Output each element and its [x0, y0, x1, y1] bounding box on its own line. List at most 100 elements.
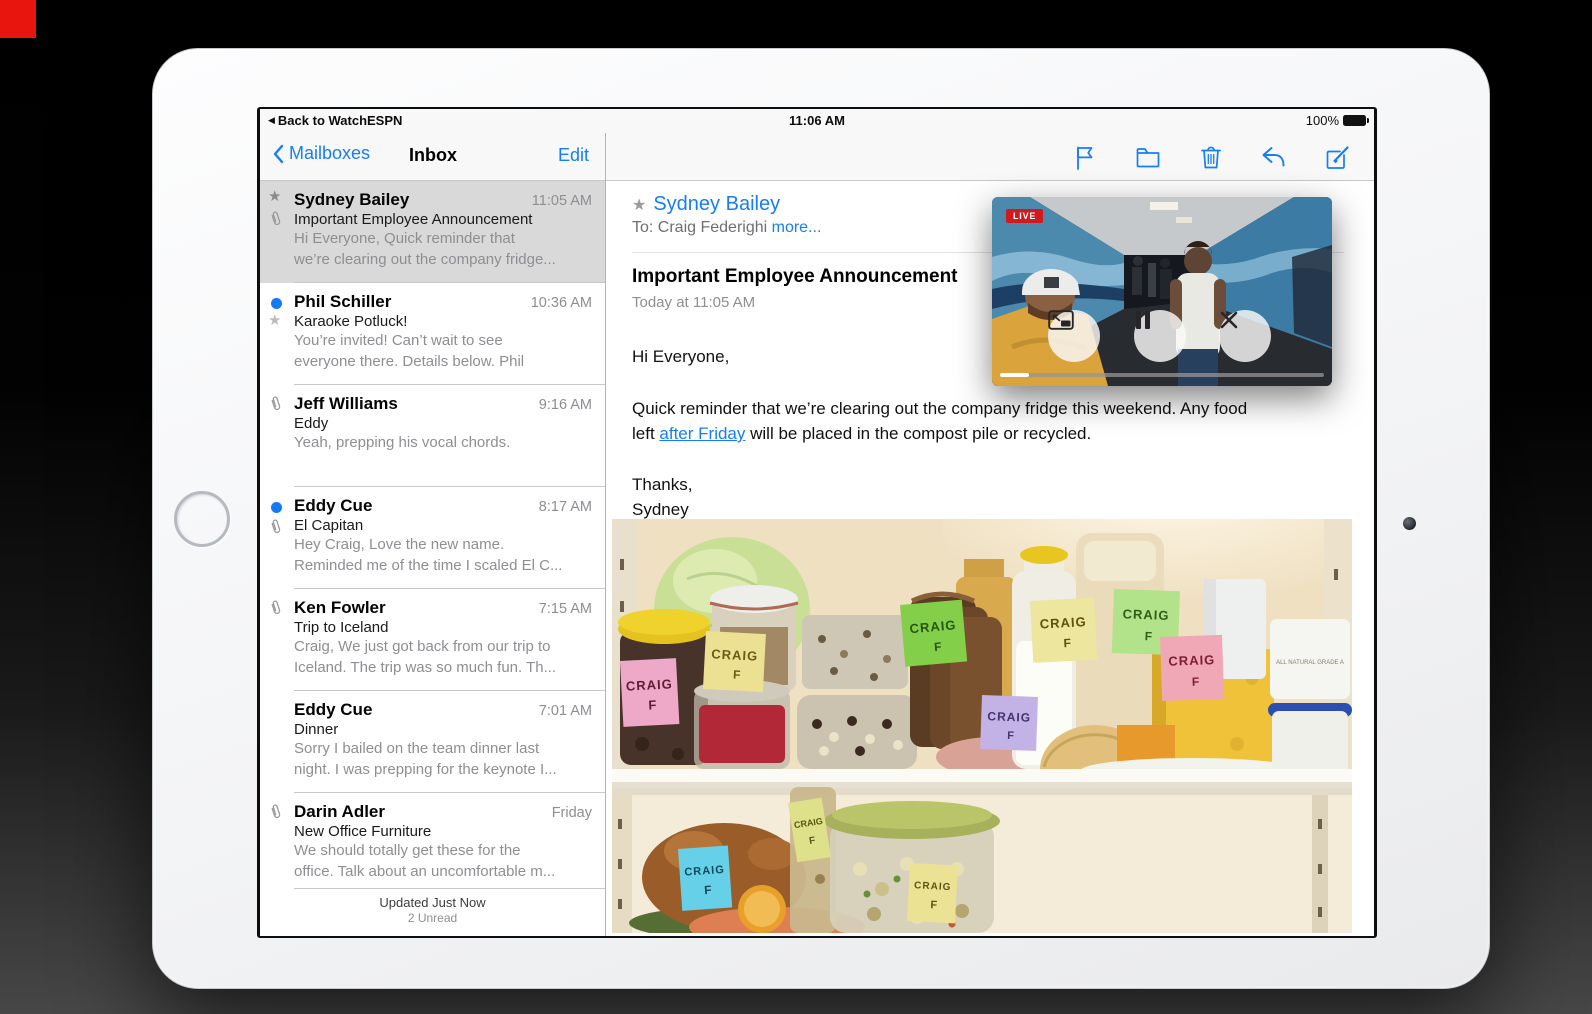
paperclip-icon — [271, 804, 281, 819]
flag-icon — [1077, 146, 1093, 170]
sticky-note: CRAIG F — [702, 631, 766, 693]
mail-toolbar — [1070, 142, 1352, 172]
email-time: 10:36 AM — [530, 295, 592, 311]
picture-in-picture-button[interactable] — [1048, 310, 1100, 362]
svg-text:CRAIG: CRAIG — [1039, 614, 1087, 631]
pip-video-player[interactable]: LIVE — [992, 197, 1332, 386]
pause-button[interactable] — [1134, 310, 1186, 362]
message-star-icon: ★ — [632, 196, 647, 214]
email-preview: Hey Craig, Love the new name. Reminded me… — [294, 536, 563, 574]
email-time: 11:05 AM — [531, 193, 592, 209]
mail-navbar: Mailboxes Inbox Edit — [260, 133, 1374, 181]
close-pip-button[interactable] — [1219, 310, 1271, 362]
compose-icon — [1326, 145, 1349, 169]
unread-dot-icon — [271, 502, 282, 513]
flag-button[interactable] — [1070, 142, 1100, 172]
email-subject: El Capitan — [294, 517, 364, 534]
email-subject: Important Employee Announcement — [294, 211, 533, 228]
more-link[interactable]: more... — [772, 219, 822, 236]
row-indicators: ★ — [260, 181, 294, 283]
email-subject: Karaoke Potluck! — [294, 313, 408, 330]
email-preview: We should totally get these for the offic… — [294, 842, 556, 880]
unread-dot-icon — [271, 298, 282, 309]
sticky-note: CRAIG F — [980, 695, 1038, 751]
message-sender[interactable]: Sydney Bailey — [653, 193, 780, 216]
sticky-note: CRAIG F — [678, 845, 733, 911]
front-camera — [1403, 517, 1416, 530]
trash-icon — [1201, 146, 1221, 169]
email-time: 9:16 AM — [538, 397, 592, 413]
email-preview: You’re invited! Can’t wait to see everyon… — [294, 332, 525, 370]
paperclip-icon — [271, 396, 281, 411]
reply-button[interactable] — [1259, 142, 1289, 172]
email-sender: Eddy Cue — [294, 496, 373, 515]
svg-text:F: F — [648, 697, 657, 712]
email-time: 7:01 AM — [538, 703, 592, 719]
email-subject: Dinner — [294, 721, 339, 738]
pip-progress-bar[interactable] — [1000, 373, 1324, 377]
pane-divider — [605, 133, 606, 936]
body-closing: Thanks, Sydney — [632, 475, 693, 519]
star-icon: ★ — [268, 188, 282, 205]
compose-button[interactable] — [1322, 142, 1352, 172]
svg-text:CRAIG: CRAIG — [914, 880, 952, 893]
svg-text:F: F — [934, 640, 943, 655]
email-row-darin-adler[interactable]: Darin Adler Friday New Office Furniture W… — [260, 793, 606, 889]
email-row-eddy-cue-2[interactable]: Eddy Cue 7:01 AM Dinner Sorry I bailed on… — [260, 691, 606, 793]
email-row-phil-schiller[interactable]: ★ Phil Schiller 10:36 AM Karaoke Potluck!… — [260, 283, 606, 385]
list-footer: Updated Just Now 2 Unread — [260, 892, 605, 936]
reply-icon — [1262, 147, 1285, 167]
row-indicators: ★ — [260, 283, 294, 385]
recording-indicator — [0, 0, 36, 38]
close-icon — [1220, 311, 1238, 329]
svg-text:CRAIG: CRAIG — [625, 676, 673, 693]
battery-indicator: 100% — [1305, 113, 1369, 128]
email-sender: Phil Schiller — [294, 292, 392, 311]
yogurt-label: ALL NATURAL GRADE A — [1276, 660, 1344, 666]
move-to-folder-button[interactable] — [1133, 142, 1163, 172]
status-time: 11:06 AM — [789, 113, 845, 128]
email-row-eddy-cue-1[interactable]: Eddy Cue 8:17 AM El Capitan Hey Craig, Lo… — [260, 487, 606, 589]
edit-button[interactable]: Edit — [558, 145, 589, 166]
row-indicators — [260, 793, 294, 889]
row-indicators — [260, 691, 294, 793]
email-row-jeff-williams[interactable]: Jeff Williams 9:16 AM Eddy Yeah, prepping… — [260, 385, 606, 487]
sticky-note: CRAIG F — [906, 863, 958, 924]
battery-icon — [1343, 115, 1369, 126]
row-indicators — [260, 589, 294, 691]
fridge-photo-attachment[interactable]: ALL NATURAL GRADE A CRAIG F CRAIG F CRAI… — [612, 519, 1352, 933]
after-friday-link[interactable]: after Friday — [659, 424, 745, 443]
home-button[interactable] — [174, 491, 230, 547]
email-row-ken-fowler[interactable]: Ken Fowler 7:15 AM Trip to Iceland Craig,… — [260, 589, 606, 691]
row-indicators — [260, 487, 294, 589]
folder-icon — [1136, 148, 1160, 168]
pip-progress-fill — [1000, 373, 1030, 377]
sticky-note: CRAIG F — [1160, 634, 1225, 701]
email-list: ★ Sydney Bailey 11:05 AM Important Employ… — [260, 181, 606, 936]
sticky-note: CRAIG F — [900, 599, 968, 667]
trash-button[interactable] — [1196, 142, 1226, 172]
email-preview: Yeah, prepping his vocal chords. — [294, 434, 511, 451]
sticky-note: CRAIG F — [1030, 597, 1098, 663]
row-indicators — [260, 385, 294, 487]
email-preview: Hi Everyone, Quick reminder that we’re cl… — [294, 230, 556, 268]
svg-text:F: F — [1144, 629, 1152, 643]
svg-text:F: F — [1192, 675, 1200, 689]
pause-icon — [1136, 311, 1150, 329]
svg-text:CRAIG: CRAIG — [1168, 652, 1215, 669]
ipad-device: ◀ Back to WatchESPN 11:06 AM 100% Mailbo… — [152, 48, 1490, 989]
email-sender: Jeff Williams — [294, 394, 398, 413]
list-unread-count: 2 Unread — [407, 911, 458, 925]
email-sender: Eddy Cue — [294, 700, 373, 719]
email-row-sydney-bailey[interactable]: ★ Sydney Bailey 11:05 AM Important Employ… — [260, 181, 606, 283]
email-sender: Ken Fowler — [294, 598, 386, 617]
sticky-note: CRAIG F — [620, 658, 680, 727]
ipad-screen: ◀ Back to WatchESPN 11:06 AM 100% Mailbo… — [257, 107, 1377, 938]
svg-text:CRAIG: CRAIG — [987, 709, 1031, 725]
battery-percent: 100% — [1305, 113, 1339, 128]
star-icon: ★ — [268, 312, 282, 329]
live-badge: LIVE — [1006, 209, 1044, 223]
status-bar: ◀ Back to WatchESPN 11:06 AM 100% — [260, 109, 1374, 133]
svg-text:F: F — [733, 667, 741, 681]
inbox-title: Inbox — [409, 145, 457, 165]
